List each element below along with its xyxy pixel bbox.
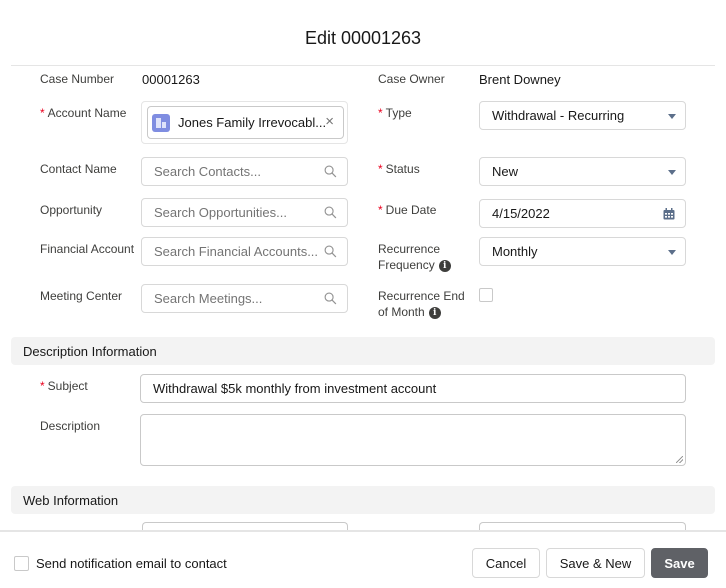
section-title: Description Information	[23, 343, 157, 359]
contact-name-input[interactable]: Search Contacts...	[141, 157, 348, 186]
modal-footer: Send notification email to contact Cance…	[0, 530, 726, 588]
section-title: Web Information	[23, 492, 119, 508]
required-mark: *	[40, 379, 45, 393]
type-value: Withdrawal - Recurring	[492, 108, 625, 123]
info-icon[interactable]: i	[428, 306, 441, 319]
contact-name-placeholder: Search Contacts...	[154, 164, 261, 179]
search-icon	[324, 245, 337, 258]
type-label-text: Type	[385, 106, 412, 120]
due-date-label: * Due Date	[378, 202, 436, 218]
case-number-label: Case Number	[40, 72, 115, 86]
calendar-icon[interactable]	[663, 208, 675, 220]
save-and-new-button[interactable]: Save & New	[546, 548, 645, 578]
subject-label: * Subject	[40, 378, 88, 394]
status-label-text: Status	[385, 162, 420, 176]
recurrence-frequency-label-line1: Recurrence	[378, 242, 441, 256]
contact-name-label: Contact Name	[40, 162, 117, 176]
financial-account-placeholder: Search Financial Accounts...	[154, 244, 319, 259]
due-date-label-text: Due Date	[385, 203, 437, 217]
recurrence-frequency-label-line2: Frequency	[378, 258, 435, 272]
type-select[interactable]: Withdrawal - Recurring	[479, 101, 686, 130]
recurrence-frequency-value: Monthly	[492, 244, 538, 259]
description-label: Description	[40, 419, 101, 433]
opportunity-input[interactable]: Search Opportunities...	[141, 198, 348, 227]
status-label: * Status	[378, 161, 420, 177]
recurrence-frequency-select[interactable]: Monthly	[479, 237, 686, 266]
due-date-input[interactable]: 4/15/2022	[479, 199, 686, 228]
subject-input[interactable]: Withdrawal $5k monthly from investment a…	[140, 374, 686, 403]
case-owner-label: Case Owner	[378, 72, 445, 86]
required-mark: *	[40, 106, 45, 120]
recurrence-end-of-month-checkbox[interactable]	[479, 288, 493, 302]
meeting-center-label: Meeting Center	[40, 289, 123, 303]
required-mark: *	[378, 203, 383, 217]
case-owner-value: Brent Downey	[479, 72, 561, 87]
status-select[interactable]: New	[479, 157, 686, 186]
subject-label-text: Subject	[47, 379, 88, 393]
financial-account-label: Financial Account	[40, 242, 135, 256]
cancel-button[interactable]: Cancel	[472, 548, 540, 578]
opportunity-placeholder: Search Opportunities...	[154, 205, 287, 220]
modal-title: Edit 00001263	[304, 28, 422, 48]
type-label: * Type	[378, 105, 412, 121]
section-header-description[interactable]: Description Information	[11, 337, 715, 365]
section-header-web[interactable]: Web Information	[11, 486, 715, 514]
chevron-down-icon	[668, 170, 676, 175]
status-value: New	[492, 164, 519, 179]
account-name-label: * Account Name	[40, 105, 126, 121]
search-icon	[324, 206, 337, 219]
meeting-center-placeholder: Search Meetings...	[154, 291, 263, 306]
clear-icon[interactable]: ×	[325, 114, 334, 130]
save-button[interactable]: Save	[651, 548, 708, 578]
account-name-pill[interactable]: Jones Family Irrevocabl... ×	[147, 106, 344, 139]
search-icon	[324, 292, 337, 305]
info-icon[interactable]: i	[438, 259, 451, 272]
resize-handle[interactable]	[676, 456, 683, 463]
chevron-down-icon	[668, 250, 676, 255]
recurrence-end-label-line1: Recurrence End	[378, 289, 465, 303]
financial-account-input[interactable]: Search Financial Accounts...	[141, 237, 348, 266]
recurrence-end-label-line2: of Month	[378, 305, 425, 319]
meeting-center-input[interactable]: Search Meetings...	[141, 284, 348, 313]
account-name-lookup[interactable]: Jones Family Irrevocabl... ×	[141, 101, 348, 144]
account-name-label-text: Account Name	[47, 106, 127, 120]
description-textarea[interactable]	[140, 414, 686, 466]
opportunity-label: Opportunity	[40, 203, 103, 217]
required-mark: *	[378, 162, 383, 176]
search-icon	[324, 165, 337, 178]
notify-label[interactable]: Send notification email to contact	[36, 556, 227, 571]
account-icon	[152, 113, 170, 132]
notify-checkbox[interactable]	[14, 556, 29, 571]
case-number-value: 00001263	[142, 72, 200, 87]
recurrence-end-of-month-label: Recurrence End of Month i	[378, 288, 465, 320]
account-name-value: Jones Family Irrevocabl...	[178, 115, 327, 130]
required-mark: *	[378, 106, 383, 120]
title-divider	[11, 65, 715, 66]
subject-value: Withdrawal $5k monthly from investment a…	[153, 381, 437, 396]
due-date-value: 4/15/2022	[492, 206, 550, 221]
recurrence-frequency-label: Recurrence Frequency i	[378, 241, 451, 273]
chevron-down-icon	[668, 114, 676, 119]
